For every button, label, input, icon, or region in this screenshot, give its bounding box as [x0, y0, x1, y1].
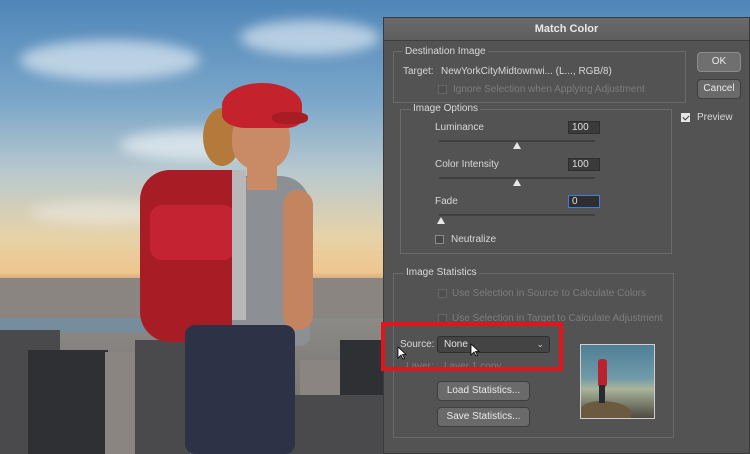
- load-statistics-label: Load Statistics...: [446, 385, 521, 396]
- color-intensity-slider-thumb[interactable]: [513, 179, 521, 186]
- fade-label: Fade: [435, 196, 458, 207]
- neutralize-checkbox[interactable]: [435, 235, 444, 244]
- ignore-selection-label: Ignore Selection when Applying Adjustmen…: [453, 84, 645, 95]
- mouse-cursor-icon: [397, 346, 407, 360]
- ok-button[interactable]: OK: [697, 52, 741, 72]
- ignore-selection-checkbox[interactable]: [438, 85, 447, 94]
- dialog-title[interactable]: Match Color: [384, 18, 749, 41]
- luminance-label: Luminance: [435, 122, 484, 133]
- load-statistics-button[interactable]: Load Statistics...: [437, 381, 530, 401]
- use-source-selection-label: Use Selection in Source to Calculate Col…: [452, 288, 646, 299]
- destination-image-group: [393, 51, 686, 103]
- fade-input[interactable]: 0: [568, 195, 600, 208]
- use-source-selection-checkbox[interactable]: [438, 289, 447, 298]
- target-prefix: Target:: [403, 66, 434, 77]
- neutralize-label: Neutralize: [451, 234, 497, 245]
- source-thumbnail: [580, 344, 655, 419]
- cancel-label: Cancel: [703, 83, 735, 94]
- save-statistics-label: Save Statistics...: [446, 411, 521, 422]
- fade-slider[interactable]: [439, 214, 595, 216]
- preview-label: Preview: [697, 112, 733, 123]
- ok-label: OK: [711, 56, 727, 67]
- target-value: NewYorkCityMidtownwi... (L..., RGB/8): [441, 66, 612, 77]
- preview-checkbox[interactable]: [681, 113, 690, 122]
- save-statistics-button[interactable]: Save Statistics...: [437, 407, 530, 427]
- image-statistics-title: Image Statistics: [404, 267, 479, 278]
- match-color-dialog: Match Color Destination Image Target: Ne…: [383, 17, 750, 454]
- destination-image-title: Destination Image: [403, 46, 488, 57]
- color-intensity-label: Color Intensity: [435, 159, 499, 170]
- fade-slider-thumb[interactable]: [437, 217, 445, 224]
- luminance-slider-thumb[interactable]: [513, 142, 521, 149]
- luminance-input[interactable]: 100: [568, 121, 600, 134]
- color-intensity-input[interactable]: 100: [568, 158, 600, 171]
- cancel-button[interactable]: Cancel: [697, 79, 741, 99]
- mouse-cursor-icon: [470, 343, 480, 357]
- image-options-title: Image Options: [411, 103, 481, 114]
